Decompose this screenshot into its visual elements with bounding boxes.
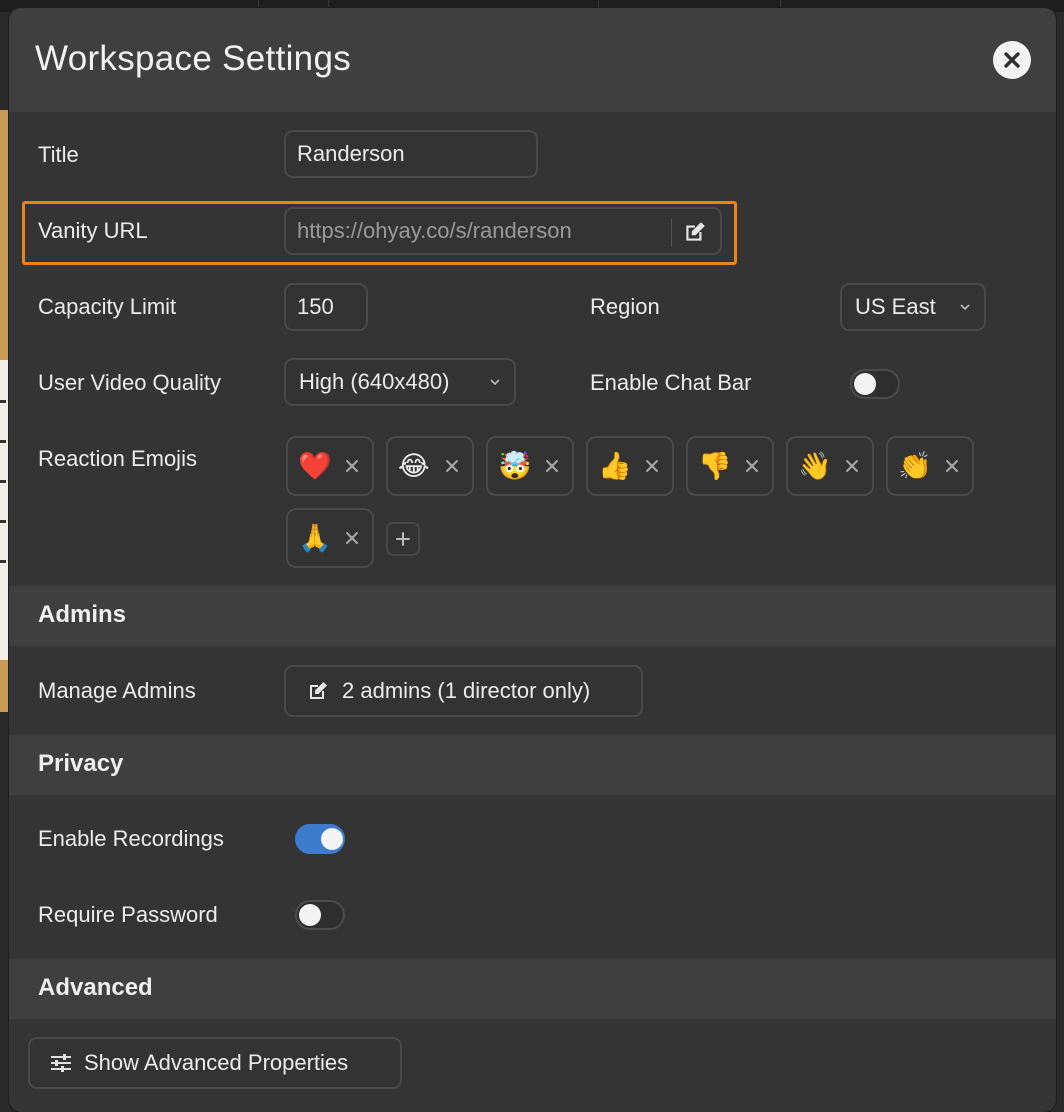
capacity-limit-label: Capacity Limit [38,294,177,319]
edit-icon [686,222,705,241]
manage-admins-label: Manage Admins [38,678,196,703]
vanity-url-field: https://ohyay.co/s/randerson [284,207,722,255]
edit-icon [306,679,330,703]
chevron-down-icon [490,379,500,386]
emoji-chip: 👍 [586,436,674,496]
remove-emoji-button[interactable] [345,531,359,550]
capacity-limit-input[interactable]: 150 [284,283,368,331]
vanity-url-label: Vanity URL [38,218,148,243]
emoji-chip: 😂 [386,436,474,496]
reaction-emojis-label: Reaction Emojis [38,446,197,471]
manage-admins-button-label: 2 admins (1 director only) [342,678,591,703]
close-icon [1004,52,1020,68]
remove-emoji-button[interactable] [745,459,759,478]
video-quality-label: User Video Quality [38,370,222,395]
close-icon [746,460,758,472]
region-value: US East [855,294,936,319]
plus-icon [396,532,410,546]
privacy-section-title: Privacy [38,750,124,777]
emoji-chip: 🤯 [486,436,574,496]
emoji-clapping: 👏 [898,451,932,481]
chat-bar-toggle[interactable] [850,369,900,399]
close-icon [846,460,858,472]
vanity-url-value: https://ohyay.co/s/randerson [297,218,572,243]
manage-admins-button[interactable]: 2 admins (1 director only) [284,665,643,717]
remove-emoji-button[interactable] [845,459,859,478]
remove-emoji-button[interactable] [945,459,959,478]
title-input[interactable]: Randerson [284,130,538,178]
emoji-folded-hands: 🙏 [298,523,332,553]
remove-emoji-button[interactable] [445,459,459,478]
chat-bar-label: Enable Chat Bar [590,370,752,395]
emoji-tears-of-joy: 😂 [398,451,430,481]
video-quality-value: High (640x480) [299,369,450,394]
vanity-url-edit-button[interactable] [682,219,708,251]
emoji-waving-hand: 👋 [798,451,832,481]
add-emoji-button[interactable] [386,522,420,556]
emoji-thumbs-down: 👎 [698,451,732,481]
emoji-chip: 👎 [686,436,774,496]
admins-section-header: Admins [9,586,1056,646]
emoji-chip: 🙏 [286,508,374,568]
admins-section-title: Admins [38,601,127,628]
emoji-chip: ❤️ [286,436,374,496]
show-advanced-properties-label: Show Advanced Properties [84,1050,349,1075]
require-password-toggle[interactable] [295,900,345,930]
close-icon [346,532,358,544]
region-select[interactable]: US East [840,283,986,331]
vanity-url-divider [671,219,672,247]
remove-emoji-button[interactable] [345,459,359,478]
close-icon [346,460,358,472]
title-label: Title [38,142,79,167]
toggle-knob [854,373,876,395]
close-icon [946,460,958,472]
toggle-knob [299,904,321,926]
enable-recordings-toggle[interactable] [295,824,345,854]
show-advanced-properties-button[interactable]: Show Advanced Properties [28,1037,402,1089]
remove-emoji-button[interactable] [645,459,659,478]
emoji-heart: ❤️ [298,451,332,481]
workspace-settings-modal: Workspace Settings Title Randerson Vanit… [9,8,1056,1112]
sliders-icon [50,1053,72,1073]
modal-title: Workspace Settings [35,39,352,78]
emoji-mind-blown: 🤯 [498,451,532,481]
close-icon [646,460,658,472]
remove-emoji-button[interactable] [545,459,559,478]
region-label: Region [590,294,660,319]
modal-header: Workspace Settings [9,8,1056,112]
emoji-chip: 👋 [786,436,874,496]
title-value: Randerson [297,141,405,166]
privacy-section-header: Privacy [9,735,1056,795]
emoji-chip: 👏 [886,436,974,496]
require-password-label: Require Password [38,902,218,927]
close-icon [446,460,458,472]
toggle-knob [321,828,343,850]
chevron-down-icon [960,304,970,311]
close-button[interactable] [993,41,1031,79]
close-icon [546,460,558,472]
enable-recordings-label: Enable Recordings [38,826,224,851]
capacity-limit-value: 150 [297,294,334,319]
advanced-section-title: Advanced [38,974,153,1001]
video-quality-select[interactable]: High (640x480) [284,358,516,406]
emoji-thumbs-up: 👍 [598,451,632,481]
advanced-section-header: Advanced [9,959,1056,1019]
